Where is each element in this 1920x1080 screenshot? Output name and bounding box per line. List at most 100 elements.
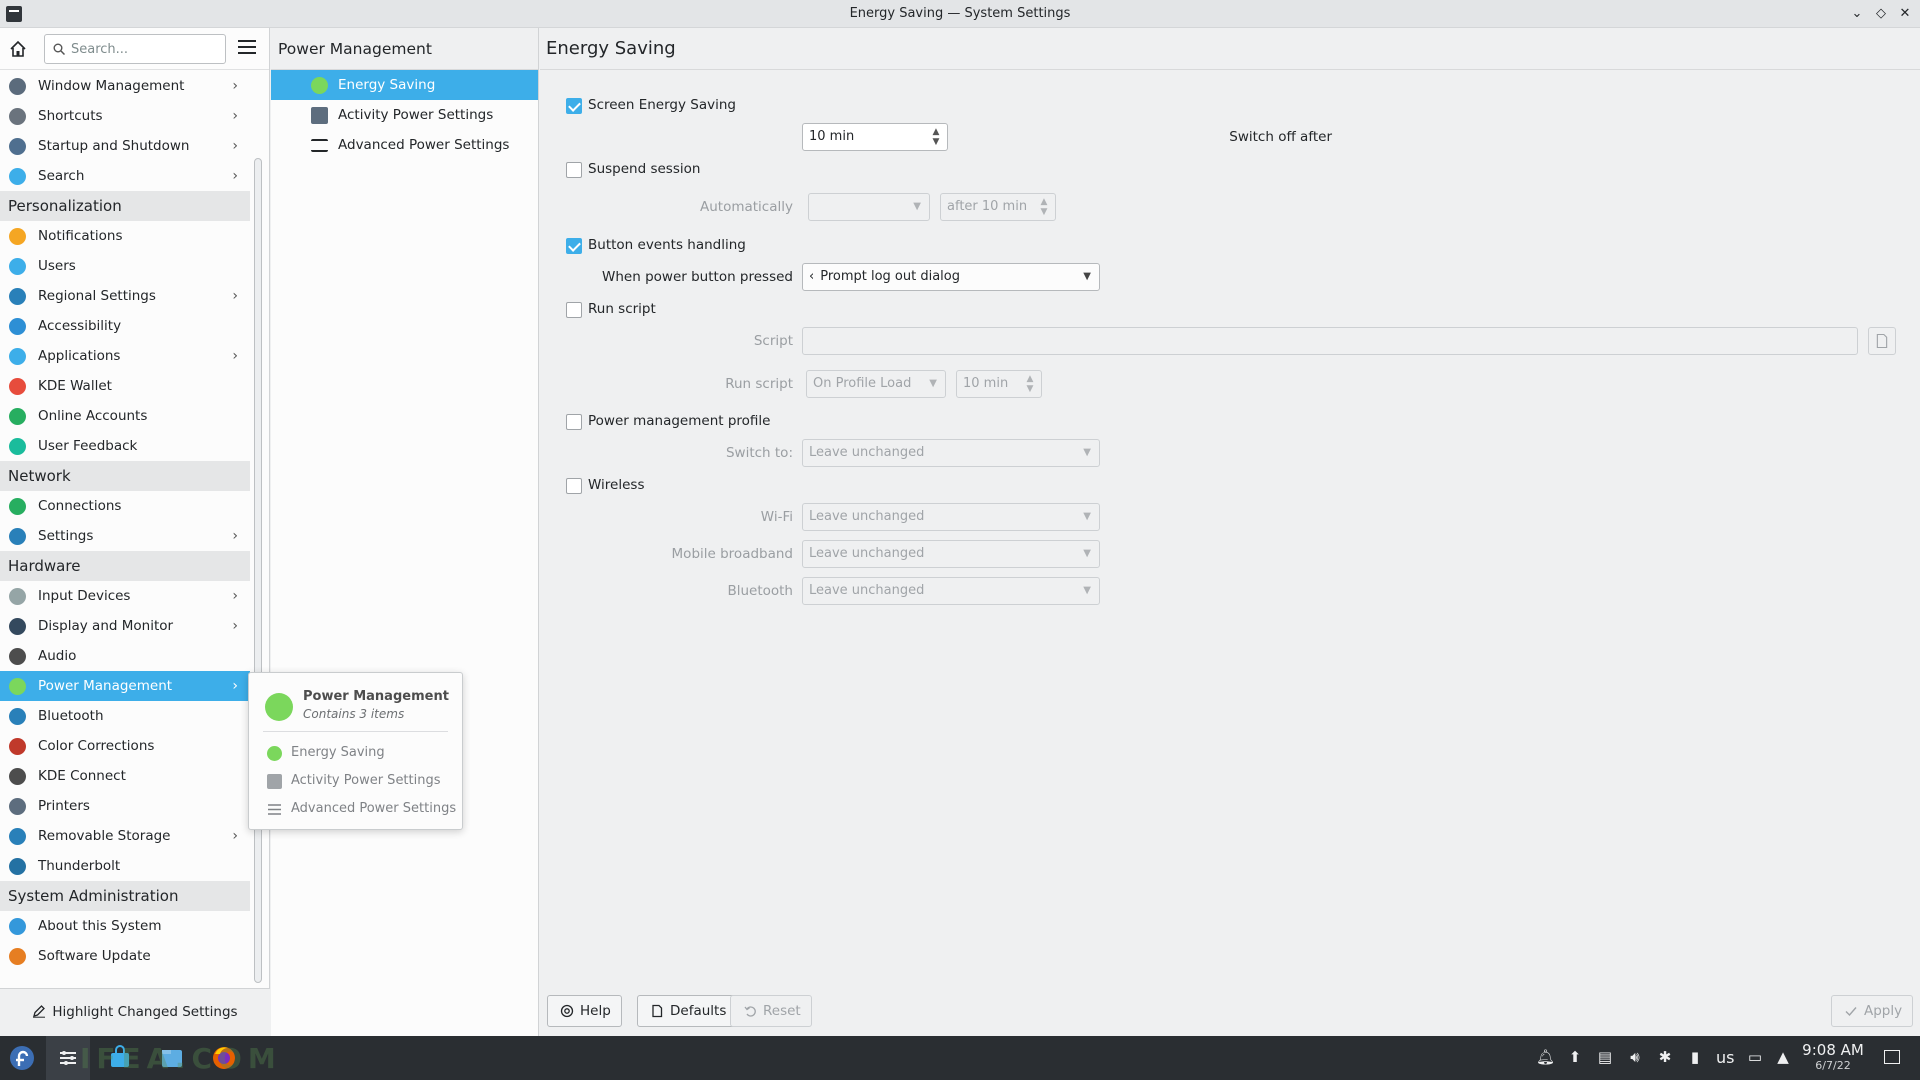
bluetooth-tray-icon[interactable]: ✱ (1656, 1048, 1674, 1066)
bluetooth-icon (9, 708, 26, 725)
chevron-down-icon: ▼ (913, 201, 921, 212)
notification-bell-icon[interactable]: 🔔︎ (1536, 1048, 1555, 1066)
sidebar-item-applications[interactable]: Applications › (0, 341, 250, 371)
wifi-combo[interactable]: Leave unchanged ▼ (802, 503, 1100, 531)
sidebar-item-users[interactable]: Users (0, 251, 250, 281)
hamburger-menu-icon[interactable] (238, 40, 256, 56)
search-icon (53, 43, 65, 55)
power-button-action-combo[interactable]: ‹ Prompt log out dialog ▼ (802, 263, 1100, 291)
clipboard-icon[interactable]: ▤ (1596, 1048, 1614, 1066)
page-title: Energy Saving (540, 28, 1920, 70)
search-input[interactable] (71, 40, 221, 58)
sidebar-item-label: Power Management (38, 678, 173, 694)
sidebar-item-about-this-system[interactable]: About this System (0, 911, 250, 941)
sidebar-item-user-feedback[interactable]: User Feedback (0, 431, 250, 461)
bluetooth-combo[interactable]: Leave unchanged ▼ (802, 577, 1100, 605)
minimize-button[interactable]: ⌄ (1848, 5, 1866, 23)
show-desktop-icon[interactable] (1884, 1050, 1900, 1064)
sidebar-item-printers[interactable]: Printers (0, 791, 250, 821)
chevron-right-icon: › (232, 678, 238, 694)
sidebar-item-color-corrections[interactable]: Color Corrections (0, 731, 250, 761)
sidebar-item-search[interactable]: Search › (0, 161, 250, 191)
energy-icon (267, 746, 282, 761)
sidebar-item-label: Input Devices (38, 588, 131, 604)
expand-tray-icon[interactable]: ▲ (1774, 1048, 1792, 1066)
spin-arrows-icon[interactable]: ▲ ▼ (931, 127, 941, 147)
apply-button[interactable]: Apply (1831, 995, 1914, 1027)
app-launcher-icon[interactable] (8, 1044, 36, 1072)
highlight-changed-settings-button[interactable]: Highlight Changed Settings (0, 988, 270, 1036)
subcategory-energy-saving[interactable]: Energy Saving (271, 70, 538, 100)
clock[interactable]: 9:08 AM 6/7/22 (1802, 1041, 1864, 1072)
volume-icon[interactable]: 🔊︎ (1626, 1048, 1644, 1066)
wireless-checkbox[interactable] (566, 478, 582, 494)
sidebar-item-audio[interactable]: Audio (0, 641, 250, 671)
sidebar-item-thunderbolt[interactable]: Thunderbolt (0, 851, 250, 881)
sidebar-item-startup-and-shutdown[interactable]: Startup and Shutdown › (0, 131, 250, 161)
suspend-session-checkbox[interactable] (566, 162, 582, 178)
run-script-when-combo[interactable]: On Profile Load ▼ (806, 370, 946, 398)
monitor-icon (9, 618, 26, 635)
subcategory-activity-power-settings[interactable]: Activity Power Settings (271, 100, 538, 130)
subcategory-advanced-power-settings[interactable]: Advanced Power Settings (271, 130, 538, 160)
energy-icon (311, 77, 328, 94)
system-settings-icon[interactable] (54, 1044, 82, 1072)
switch-to-combo[interactable]: Leave unchanged ▼ (802, 439, 1100, 467)
sidebar-scrollbar[interactable] (254, 158, 262, 983)
sidebar-item-kde-wallet[interactable]: KDE Wallet (0, 371, 250, 401)
screen-energy-saving-checkbox[interactable] (566, 98, 582, 114)
wireless-label: Wireless (588, 477, 645, 493)
mobile-broadband-combo[interactable]: Leave unchanged ▼ (802, 540, 1100, 568)
search-field[interactable] (44, 34, 226, 64)
sidebar-item-settings[interactable]: Settings › (0, 521, 250, 551)
sidebar-item-bluetooth[interactable]: Bluetooth (0, 701, 250, 731)
sidebar-item-power-management[interactable]: Power Management › (0, 671, 250, 701)
power-profile-checkbox[interactable] (566, 414, 582, 430)
reset-button[interactable]: Reset (730, 995, 812, 1027)
suspend-action-combo[interactable]: ▼ (808, 193, 930, 221)
switch-to-value: Leave unchanged (809, 445, 925, 460)
run-script-checkbox[interactable] (566, 302, 582, 318)
sidebar-item-label: Color Corrections (38, 738, 155, 754)
spin-arrows-icon[interactable]: ▲ ▼ (1025, 374, 1035, 394)
defaults-button[interactable]: Defaults (637, 995, 738, 1027)
button-events-checkbox[interactable] (566, 238, 582, 254)
script-path-input[interactable] (802, 327, 1858, 355)
usb-icon (9, 828, 26, 845)
sidebar-item-label: Audio (38, 648, 77, 664)
sidebar-item-notifications[interactable]: Notifications (0, 221, 250, 251)
sidebar-item-shortcuts[interactable]: Shortcuts › (0, 101, 250, 131)
update-notifier-icon[interactable]: ⬆ (1566, 1048, 1584, 1066)
close-button[interactable]: ✕ (1896, 5, 1914, 23)
switch-off-after-spinbox[interactable]: 10 min ▲ ▼ (802, 123, 948, 151)
sidebar-item-software-update[interactable]: Software Update (0, 941, 250, 971)
run-script-delay-spinbox[interactable]: 10 min ▲ ▼ (956, 370, 1042, 398)
sidebar-item-kde-connect[interactable]: KDE Connect (0, 761, 250, 791)
sidebar-item-display-and-monitor[interactable]: Display and Monitor › (0, 611, 250, 641)
browse-file-button[interactable] (1868, 327, 1896, 355)
spin-arrows-icon[interactable]: ▲ ▼ (1039, 197, 1049, 217)
maximize-button[interactable]: ◇ (1872, 5, 1890, 23)
network-icon[interactable]: ▭ (1746, 1048, 1764, 1066)
help-button[interactable]: Help (547, 995, 622, 1027)
sidebar-item-window-management[interactable]: Window Management › (0, 71, 250, 101)
sidebar-item-label: Display and Monitor (38, 618, 174, 634)
sidebar-item-regional-settings[interactable]: Regional Settings › (0, 281, 250, 311)
sidebar-item-label: Software Update (38, 948, 151, 964)
sidebar-item-accessibility[interactable]: Accessibility (0, 311, 250, 341)
sidebar-item-input-devices[interactable]: Input Devices › (0, 581, 250, 611)
sidebar-item-label: Shortcuts (38, 108, 103, 124)
category-tooltip: Power Management Contains 3 items Energy… (248, 672, 463, 830)
phone-icon (9, 768, 26, 785)
clock-date: 6/7/22 (1815, 1059, 1851, 1072)
home-icon[interactable] (8, 39, 28, 59)
suspend-after-spinbox[interactable]: after 10 min ▲ ▼ (940, 193, 1056, 221)
sidebar-item-online-accounts[interactable]: Online Accounts (0, 401, 250, 431)
sidebar-item-removable-storage[interactable]: Removable Storage › (0, 821, 250, 851)
sidebar-item-connections[interactable]: Connections (0, 491, 250, 521)
keyboard-layout-indicator[interactable]: us (1716, 1048, 1734, 1067)
battery-icon[interactable]: ▮ (1686, 1048, 1704, 1066)
tooltip-item: Activity Power Settings (291, 773, 441, 788)
suspend-session-label: Suspend session (588, 161, 701, 177)
chevron-right-icon: › (232, 288, 238, 304)
